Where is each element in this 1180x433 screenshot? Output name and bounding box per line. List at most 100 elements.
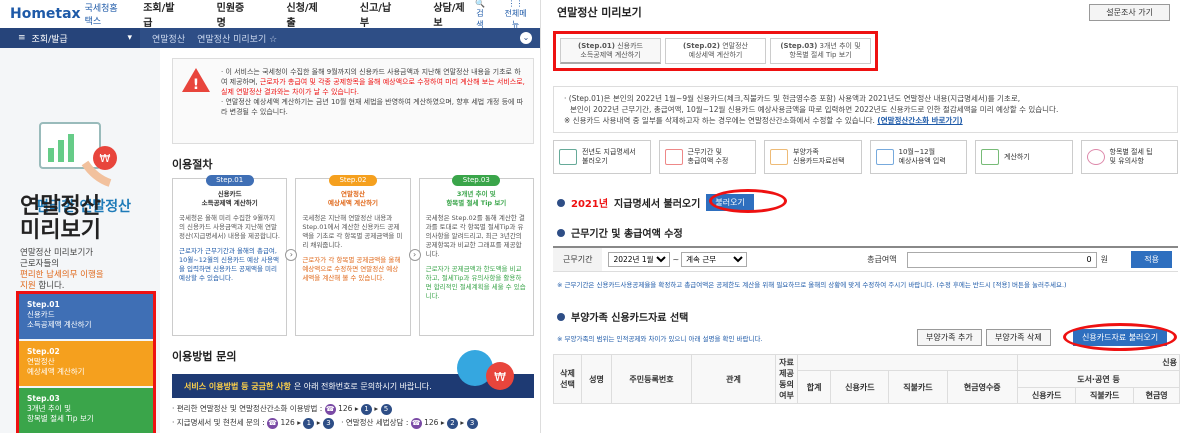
th-sub-debit: 직불카드 (1075, 387, 1135, 404)
survey-button[interactable]: 설문조사 가기 (1089, 3, 1170, 21)
chevron-down-icon: ▾ (127, 33, 132, 43)
logo-text: Hometax (10, 6, 81, 22)
work-period-label: 근무기간 (553, 248, 603, 271)
inquiry-line-2: · 지급명세서 및 현천세 문의 : ☎ 126 ▸ 1 ▸ 3 · 연말정산 … (172, 416, 534, 430)
highlight-oval-load (709, 189, 787, 213)
flow-5-l1: 계산하기 (1004, 152, 1030, 161)
inquiry-line-3-label: · 연말정산 세법상담 : (341, 418, 409, 427)
card-1-title: 신용카드 소득공제액 계산하기 (179, 190, 280, 208)
flow-1-l1: 전년도 지급명세서 (582, 148, 636, 156)
flow-step-tip: 항목별 절세 팁및 유의사항 (1080, 140, 1178, 174)
card-3-badge: Step.03 (452, 175, 501, 186)
inquiry-bar-rest: 은 아래 전화번호로 문의하시기 바랍니다. (293, 381, 432, 391)
card-2-body: 국세청은 지난해 연말정산 내용과 Step.01에서 계산한 신용카드 공제액… (302, 214, 403, 249)
card-2-title: 연말정산 예상세액 계산하기 (302, 190, 403, 208)
flow-step-family: 부양가족 신용카드자료선택 (764, 140, 862, 174)
step-3-line2: 항목별 절세 Tip 보기 (27, 414, 94, 423)
notice-p1b: 근로자가 총급여 및 각종 공제항목을 올해 예상액으로 수정하여 미리 계산해… (221, 78, 525, 96)
allmenu-label: 전체메뉴 (504, 8, 527, 29)
card-3-foot: 근로자가 공제금액과 한도액을 비교하고, 절세Tip과 유의사항을 활용하면 … (425, 265, 526, 300)
side-step-2[interactable]: Step.02 연말정산 예상세액 계산하기 (19, 341, 153, 386)
nav-section[interactable]: ≡ 조회/발급 ▾ (0, 28, 140, 48)
delete-family-button[interactable]: 부양가족 삭제 (986, 329, 1051, 346)
period-form: 근무기간 2022년 1월 ~ 계속 근무 총급여액 원 적용 (553, 246, 1178, 272)
th-rrn: 주민등록번호 (611, 354, 692, 404)
work-start-select[interactable]: 2022년 1월 (608, 252, 671, 267)
number-2-icon: 2 (447, 418, 459, 429)
family-icon (770, 149, 788, 165)
breadcrumb-1[interactable]: 연말정산 (140, 32, 185, 45)
flow-4-l2: 예상사용액 입력 (898, 157, 946, 165)
star-icon: ☆ (269, 34, 278, 45)
menu-item-certificate[interactable]: 민원증명 (217, 0, 253, 29)
main-menu: 조회/발급 민원증명 신청/제출 신고/납부 상담/제보 (143, 0, 472, 29)
apply-button[interactable]: 적용 (1131, 251, 1172, 268)
procedure-cards: Step.01 신용카드 소득공제액 계산하기 국세청은 올해 미리 수집한 9월… (172, 175, 534, 336)
menu-item-consult[interactable]: 상담/제보 (433, 0, 472, 29)
number-1-icon: 1 (360, 404, 372, 415)
flow-2-l1: 근무기간 및 (687, 148, 722, 156)
right-title: 연말정산 미리보기 (557, 6, 642, 19)
card-3-t2: 항목별 절세 Tip 보기 (446, 199, 507, 207)
allmenu-button[interactable]: ⋮⋮ 전체메뉴 (501, 0, 530, 30)
highlight-oval-card (1063, 323, 1177, 351)
procedure-title: 이용절차 (172, 158, 213, 171)
svg-text:₩: ₩ (494, 370, 506, 384)
svg-text:!: ! (193, 77, 199, 93)
inquiry-line-3-num: 126 (424, 418, 439, 427)
logo-sub: 국세청홈택스 (84, 4, 118, 27)
step-tabs: (Step.01) 신용카드 소득공제액 계산하기 (Step.02) 연말정산 예… (553, 31, 878, 71)
section-family: 부양가족 신용카드자료 선택 (557, 309, 688, 324)
card-3-title: 3개년 추이 및 항목별 절세 Tip 보기 (426, 190, 527, 208)
side-step-menu: Step.01 신용카드 소득공제액 계산하기 Step.02 연말정산 예상세액 계산… (16, 291, 156, 433)
th-total: 합계 (796, 370, 832, 404)
card-2-badge: Step.02 (328, 175, 377, 186)
nav-section-label: 조회/발급 (31, 34, 68, 45)
menu-item-apply[interactable]: 신청/제출 (287, 0, 326, 29)
search-button[interactable]: 🔍 검색 (473, 0, 487, 30)
salary-input[interactable] (906, 251, 1097, 268)
number-3-icon: 3 (322, 418, 334, 429)
desc-highlight: 편리한 납세의무 이행을 (20, 270, 104, 280)
notice-box: ! · 이 서비스는 국세청이 수집한 올해 9월까지의 신용카드 사용금액과 … (172, 58, 534, 144)
family-note: ※ 부양가족의 범위는 인적공제와 차이가 있으니 아래 설명을 확인 바랍니다… (557, 335, 763, 343)
tab-step-2[interactable]: (Step.02) 연말정산 예상세액 계산하기 (665, 38, 766, 64)
simplified-link[interactable]: (연말정산간소화 바로가기) (877, 116, 962, 125)
notice-text: · 이 서비스는 국세청이 수집한 올해 9월까지의 신용카드 사용금액과 지난… (221, 67, 525, 135)
breadcrumb-2[interactable]: 연말정산 미리보기 ☆ (185, 32, 277, 45)
menu-item-inquiry[interactable]: 조회/발급 (143, 0, 182, 29)
flow-6-l1: 항목별 절세 팁 (1109, 148, 1153, 156)
tablet-illustration: ₩ (39, 122, 117, 187)
th-delete: 삭제 선택 (553, 354, 582, 404)
search-label: 검색 (476, 8, 484, 29)
info-line-3: ※ 신용카드 사용내역 중 일부를 삭제하고자 하는 경우에는 연말정산간소화에… (564, 116, 875, 125)
side-step-3[interactable]: Step.03 3개년 추이 및 항목별 절세 Tip 보기 (19, 388, 153, 433)
step-1-line1: 신용카드 (27, 310, 55, 319)
desc-line-3: 지원 (20, 281, 36, 291)
add-family-button[interactable]: 부양가족 추가 (917, 329, 982, 346)
nav-toggle-icon[interactable]: ⌄ (520, 32, 532, 44)
tab-step-3[interactable]: (Step.03) 3개년 추이 및 항목별 절세 Tip 보기 (770, 38, 871, 64)
tab-step-1[interactable]: (Step.01) 신용카드 소득공제액 계산하기 (560, 38, 661, 64)
step-2-line2: 예상세액 계산하기 (27, 367, 85, 376)
inquiry-line-1: · 편리한 연말정산 및 연말정산간소화 이용방법 : ☎ 126 ▸ 1 ▸ … (172, 402, 534, 416)
phone-icon: ☎ (410, 418, 422, 429)
menu-item-report[interactable]: 신고/납부 (360, 0, 399, 29)
big-title-1: 연말정산 (20, 194, 101, 219)
work-end-select[interactable]: 계속 근무 (681, 252, 748, 267)
flow-4-l1: 10월~12월 (898, 148, 936, 156)
side-step-1[interactable]: Step.01 신용카드 소득공제액 계산하기 (19, 294, 153, 339)
load-year: 2021년 (571, 199, 609, 210)
th-name: 성명 (581, 354, 612, 404)
hometax-logo[interactable]: Hometax 국세청홈택스 (10, 1, 123, 27)
breadcrumb-2-label: 연말정산 미리보기 (197, 34, 267, 45)
big-title: 연말정산 미리보기 (20, 195, 101, 243)
calendar-icon (664, 149, 683, 165)
procedure-card-3: Step.03 3개년 추이 및 항목별 절세 Tip 보기 국세청은 Step.… (408, 175, 534, 336)
inquiry-line-2-label: · 지급명세서 및 현천세 문의 : (172, 418, 265, 427)
step-2-number: Step.02 (27, 347, 60, 356)
step-3-line1: 3개년 추이 및 (27, 404, 72, 413)
th-debit: 직불카드 (888, 370, 948, 404)
info-line-1: · (Step.01)은 본인의 2022년 1월~9월 신용카드(체크,직불카… (564, 94, 1021, 103)
tab-2-l2: 예상세액 계산하기 (688, 51, 743, 59)
